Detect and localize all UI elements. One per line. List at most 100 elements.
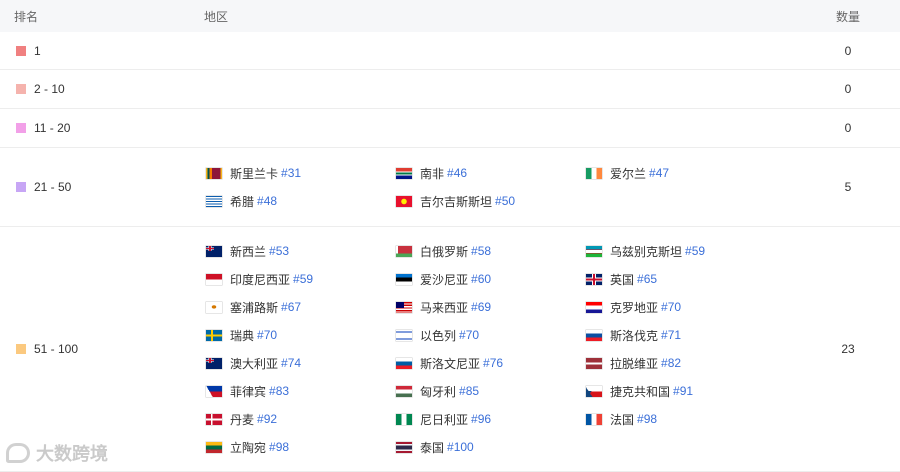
region-item[interactable]: 克罗地亚 #70 — [586, 293, 776, 321]
region-item[interactable]: 拉脱维亚 #82 — [586, 349, 776, 377]
region-item[interactable]: 爱沙尼亚 #60 — [396, 265, 586, 293]
region-item[interactable]: 乌兹别克斯坦 #59 — [586, 237, 776, 265]
flag-sk-icon — [586, 329, 602, 341]
region-item[interactable]: 南非 #46 — [396, 159, 586, 187]
region-rank-link[interactable]: #91 — [673, 384, 693, 398]
region-item[interactable]: 白俄罗斯 #58 — [396, 237, 586, 265]
region-name: 泰国 — [420, 440, 445, 455]
flag-fr-icon — [586, 413, 602, 425]
region-rank-link[interactable]: #70 — [459, 328, 479, 342]
region-rank-link[interactable]: #96 — [471, 412, 491, 426]
region-item[interactable]: 斯洛伐克 #71 — [586, 321, 776, 349]
region-name: 塞浦路斯 — [230, 300, 279, 315]
region-rank-link[interactable]: #69 — [471, 300, 491, 314]
region-item[interactable]: 塞浦路斯 #67 — [206, 293, 396, 321]
region-item[interactable]: 斯里兰卡 #31 — [206, 159, 396, 187]
region-item[interactable]: 立陶宛 #98 — [206, 433, 396, 461]
rank-color-swatch — [16, 344, 26, 354]
flag-lt-icon — [206, 441, 222, 453]
region-item[interactable]: 英国 #65 — [586, 265, 776, 293]
region-rank-link[interactable]: #67 — [281, 300, 301, 314]
region-rank-link[interactable]: #76 — [483, 356, 503, 370]
header-rank[interactable]: 排名 — [0, 8, 190, 25]
region-name: 匈牙利 — [420, 384, 457, 399]
flag-ph-icon — [206, 385, 222, 397]
region-item[interactable]: 匈牙利 #85 — [396, 377, 586, 405]
region-rank-link[interactable]: #65 — [637, 272, 657, 286]
region-rank-link[interactable]: #100 — [447, 440, 474, 454]
region-rank-link[interactable]: #92 — [257, 412, 277, 426]
region-rank-link[interactable]: #70 — [257, 328, 277, 342]
flag-lv-icon — [586, 357, 602, 369]
region-name: 斯洛伐克 — [610, 328, 659, 343]
region-rank-link[interactable]: #58 — [471, 244, 491, 258]
rank-color-swatch — [16, 123, 26, 133]
row-count: 5 — [844, 180, 852, 194]
region-item[interactable]: 新西兰 #53 — [206, 237, 396, 265]
region-item[interactable]: 菲律宾 #83 — [206, 377, 396, 405]
region-rank-link[interactable]: #59 — [293, 272, 313, 286]
region-item[interactable]: 以色列 #70 — [396, 321, 586, 349]
region-item[interactable]: 印度尼西亚 #59 — [206, 265, 396, 293]
flag-il-icon — [396, 329, 412, 341]
region-rank-link[interactable]: #82 — [661, 356, 681, 370]
flag-id-icon — [206, 273, 222, 285]
region-rank-link[interactable]: #70 — [661, 300, 681, 314]
rank-color-swatch — [16, 45, 26, 56]
region-rank-link[interactable]: #53 — [269, 244, 289, 258]
region-name: 爱尔兰 — [610, 166, 647, 181]
region-rank-link[interactable]: #74 — [281, 356, 301, 370]
region-name: 瑞典 — [230, 328, 255, 343]
region-item[interactable]: 捷克共和国 #91 — [586, 377, 776, 405]
ranking-table: 排名 地区 数量 1 0 2 - 10 0 11 - 20 0 21 - 50 … — [0, 0, 900, 472]
watermark-text: 大数跨境 — [36, 444, 108, 464]
region-rank-link[interactable]: #85 — [459, 384, 479, 398]
region-rank-link[interactable]: #71 — [661, 328, 681, 342]
region-item[interactable]: 澳大利亚 #74 — [206, 349, 396, 377]
flag-my-icon — [396, 301, 412, 313]
region-name: 克罗地亚 — [610, 300, 659, 315]
table-row: 11 - 20 0 — [0, 109, 900, 148]
region-item[interactable]: 尼日利亚 #96 — [396, 405, 586, 433]
region-rank-link[interactable]: #98 — [269, 440, 289, 454]
flag-gb-icon — [586, 273, 602, 285]
region-item[interactable]: 泰国 #100 — [396, 433, 586, 461]
flag-uz-icon — [586, 245, 602, 257]
flag-se-icon — [206, 329, 222, 341]
region-name: 白俄罗斯 — [420, 244, 469, 259]
flag-ng-icon — [396, 413, 412, 425]
region-rank-link[interactable]: #31 — [281, 166, 301, 180]
row-count: 0 — [844, 82, 852, 96]
region-item[interactable]: 斯洛文尼亚 #76 — [396, 349, 586, 377]
region-rank-link[interactable]: #48 — [257, 194, 277, 208]
region-name: 尼日利亚 — [420, 412, 469, 427]
table-row: 2 - 10 0 — [0, 70, 900, 109]
region-item[interactable]: 爱尔兰 #47 — [586, 159, 776, 187]
region-item[interactable]: 马来西亚 #69 — [396, 293, 586, 321]
region-rank-link[interactable]: #98 — [637, 412, 657, 426]
region-rank-link[interactable]: #59 — [685, 244, 705, 258]
header-count[interactable]: 数量 — [796, 8, 900, 25]
flag-gr-icon — [206, 195, 222, 207]
region-item[interactable]: 法国 #98 — [586, 405, 776, 433]
region-name: 法国 — [610, 412, 635, 427]
region-item[interactable]: 丹麦 #92 — [206, 405, 396, 433]
region-name: 斯洛文尼亚 — [420, 356, 481, 371]
region-rank-link[interactable]: #50 — [495, 194, 515, 208]
flag-au-icon — [206, 357, 222, 369]
region-rank-link[interactable]: #83 — [269, 384, 289, 398]
table-row: 51 - 100 新西兰 #53 白俄罗斯 #58 乌兹别克斯坦 #59 印度尼西亚 #59 爱… — [0, 227, 900, 472]
region-item[interactable]: 吉尔吉斯斯坦 #50 — [396, 187, 586, 215]
region-item[interactable]: 希腊 #48 — [206, 187, 396, 215]
region-name: 捷克共和国 — [610, 384, 671, 399]
flag-ie-icon — [586, 167, 602, 179]
region-rank-link[interactable]: #60 — [471, 272, 491, 286]
region-name: 拉脱维亚 — [610, 356, 659, 371]
region-item[interactable]: 瑞典 #70 — [206, 321, 396, 349]
flag-si-icon — [396, 357, 412, 369]
header-region[interactable]: 地区 — [190, 8, 796, 25]
region-rank-link[interactable]: #46 — [447, 166, 467, 180]
region-name: 菲律宾 — [230, 384, 267, 399]
flag-th-icon — [396, 441, 412, 453]
region-rank-link[interactable]: #47 — [649, 166, 669, 180]
